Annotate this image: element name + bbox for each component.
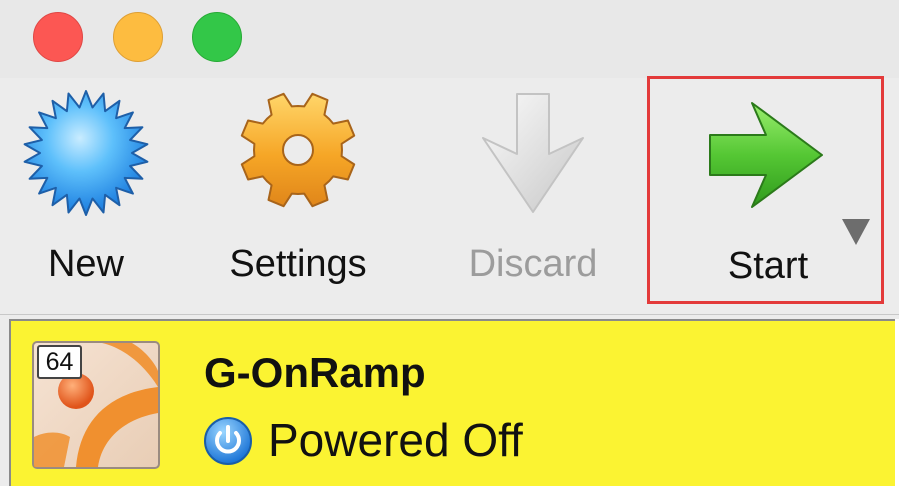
down-arrow-icon: [482, 93, 584, 213]
minimize-window-button[interactable]: [113, 12, 163, 62]
vm-64bit-badge: 64: [37, 345, 82, 379]
triangle-down-icon[interactable]: [840, 217, 872, 247]
power-icon: [204, 417, 252, 465]
vm-list-item[interactable]: 64 G-OnRamp Powered Off: [9, 319, 895, 486]
new-label: New: [47, 243, 125, 285]
starburst-icon: [23, 90, 149, 216]
title-bar: [0, 0, 899, 78]
discard-label: Discard: [468, 243, 598, 285]
start-label: Start: [727, 245, 809, 287]
settings-label: Settings: [229, 243, 367, 285]
vm-list: 64 G-OnRamp Powered Off: [9, 319, 899, 486]
new-button[interactable]: New: [0, 78, 172, 308]
start-button[interactable]: Start: [647, 76, 884, 304]
settings-button[interactable]: Settings: [205, 78, 391, 308]
vm-name: G-OnRamp: [204, 349, 426, 396]
zoom-window-button[interactable]: [192, 12, 242, 62]
discard-button[interactable]: Discard: [445, 78, 621, 308]
vm-state: Powered Off: [268, 414, 523, 466]
toolbar: New Settings Discard Start: [0, 76, 899, 315]
close-window-button[interactable]: [33, 12, 83, 62]
virtualbox-manager-window: New Settings Discard Start 64 G-OnRamp P…: [0, 0, 899, 486]
gear-icon: [240, 92, 356, 208]
right-arrow-icon: [708, 102, 823, 208]
